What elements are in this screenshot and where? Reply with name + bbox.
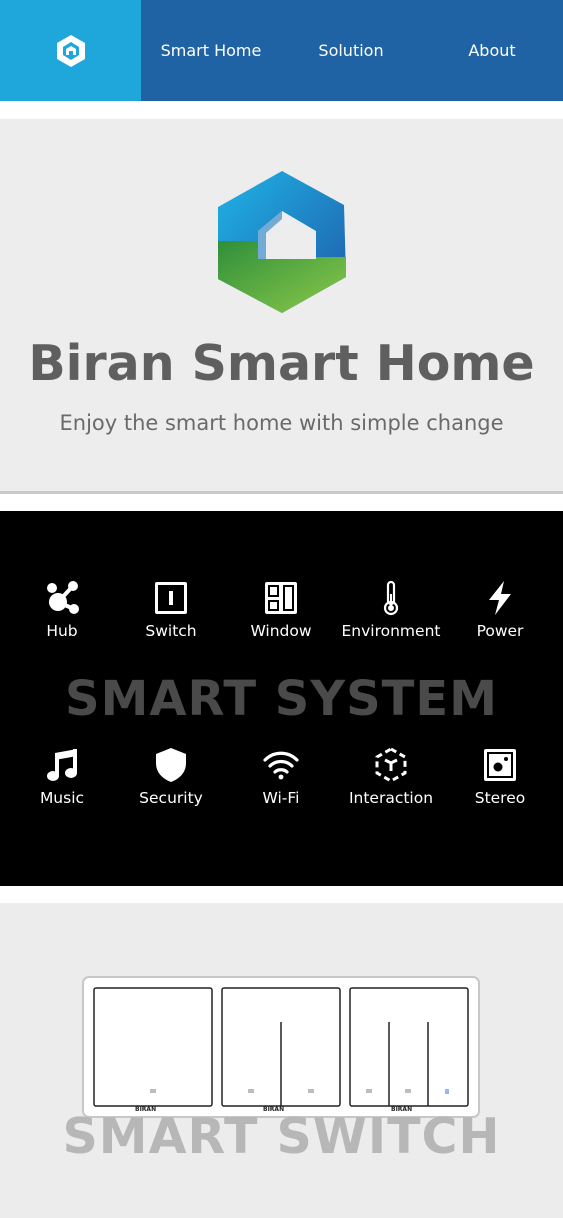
home-logo-button[interactable] (0, 0, 141, 101)
shield-icon (156, 748, 186, 782)
smart-system-section: Hub Switch Window Environment Power SMAR… (0, 511, 563, 886)
nav-link-smart-home[interactable]: Smart Home (141, 41, 281, 60)
feature-label: Interaction (348, 789, 434, 807)
hub-icon (47, 581, 79, 614)
hero-subtitle: Enjoy the smart home with simple change (59, 411, 504, 435)
feature-label: Wi-Fi (262, 789, 300, 807)
switch-icon (155, 582, 187, 614)
hero-section: Biran Smart Home Enjoy the smart home wi… (0, 119, 563, 494)
nav-link-solution[interactable]: Solution (281, 41, 421, 60)
smart-switch-section: BIRAN BIRAN BIRAN SMART SWITCH (0, 903, 563, 1218)
smart-switch-panel-image (82, 976, 480, 1118)
feature-label: Music (39, 789, 85, 807)
feature-interaction[interactable]: Interaction (336, 747, 446, 807)
feature-hub[interactable]: Hub (7, 580, 117, 640)
smart-system-title: SMART SYSTEM (65, 671, 498, 727)
cube-interaction-icon (375, 747, 407, 783)
wifi-icon (263, 751, 299, 780)
hero-title: Biran Smart Home (28, 335, 535, 392)
top-navigation: Smart Home Solution About (0, 0, 563, 101)
nav-link-about[interactable]: About (421, 41, 563, 60)
speaker-icon (484, 749, 516, 781)
feature-label: Hub (46, 622, 78, 640)
window-icon (265, 582, 297, 614)
nav-links: Smart Home Solution About (141, 0, 563, 101)
feature-stereo[interactable]: Stereo (445, 747, 555, 807)
feature-switch[interactable]: Switch (116, 580, 226, 640)
feature-label: Power (476, 622, 524, 640)
bolt-icon (489, 581, 511, 615)
feature-power[interactable]: Power (445, 580, 555, 640)
feature-wifi[interactable]: Wi-Fi (226, 747, 336, 807)
feature-label: Environment (341, 622, 441, 640)
thermometer-icon (383, 580, 399, 616)
feature-environment[interactable]: Environment (336, 580, 446, 640)
feature-label: Window (250, 622, 312, 640)
feature-label: Stereo (474, 789, 526, 807)
music-note-icon (47, 749, 77, 781)
feature-window[interactable]: Window (226, 580, 336, 640)
biran-hexagon-home-logo (218, 171, 346, 313)
feature-label: Switch (145, 622, 197, 640)
feature-music[interactable]: Music (7, 747, 117, 807)
smart-switch-title: SMART SWITCH (62, 1108, 501, 1165)
feature-security[interactable]: Security (116, 747, 226, 807)
cube-home-icon (56, 34, 85, 67)
feature-label: Security (139, 789, 203, 807)
